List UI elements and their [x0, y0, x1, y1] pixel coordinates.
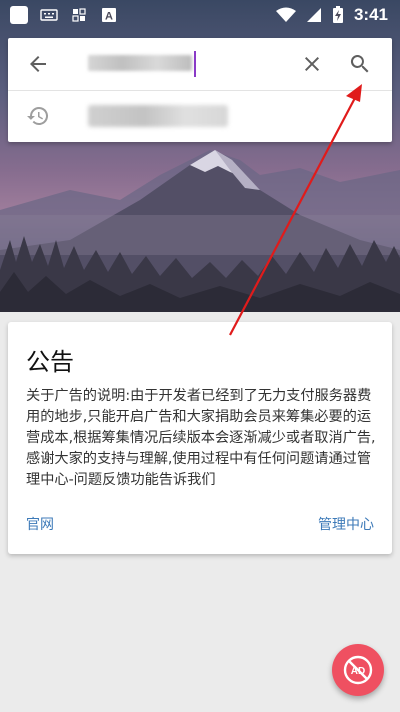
- search-query-redacted: [88, 55, 192, 71]
- history-text-redacted: [88, 105, 228, 127]
- search-card: [8, 38, 392, 142]
- wifi-icon: [275, 7, 296, 22]
- search-history-item[interactable]: [8, 91, 392, 142]
- admin-center-link[interactable]: 管理中心: [318, 514, 374, 534]
- no-ads-icon: AD: [343, 655, 373, 685]
- close-icon[interactable]: [300, 52, 324, 76]
- search-icon[interactable]: [348, 52, 372, 76]
- history-icon: [27, 106, 49, 125]
- notice-body: 关于广告的说明:由于开发者已经到了无力支付服务器费用的地步,只能开启广告和大家捐…: [26, 388, 376, 488]
- a-icon: A: [102, 8, 116, 23]
- official-site-link[interactable]: 官网: [26, 514, 54, 534]
- notification-icon: [72, 8, 86, 22]
- status-bar: A 3:41: [0, 0, 400, 30]
- notice-title: 公告: [26, 348, 74, 376]
- app-icon: [10, 6, 28, 24]
- text-cursor: [194, 51, 196, 77]
- arrow-back-icon[interactable]: [26, 52, 50, 76]
- battery-charging-icon: [332, 6, 343, 23]
- svg-text:A: A: [105, 11, 113, 23]
- notice-actions: 官网 管理中心: [8, 514, 392, 540]
- notice-dialog: 公告 关于广告的说明:由于开发者已经到了无力支付服务器费用的地步,只能开启广告和…: [8, 322, 392, 554]
- keyboard-icon: [40, 9, 58, 21]
- no-ads-button[interactable]: AD: [332, 644, 384, 696]
- signal-icon: [306, 8, 321, 22]
- search-bar: [8, 38, 392, 90]
- svg-text:AD: AD: [351, 666, 365, 677]
- status-time: 3:41: [353, 5, 388, 24]
